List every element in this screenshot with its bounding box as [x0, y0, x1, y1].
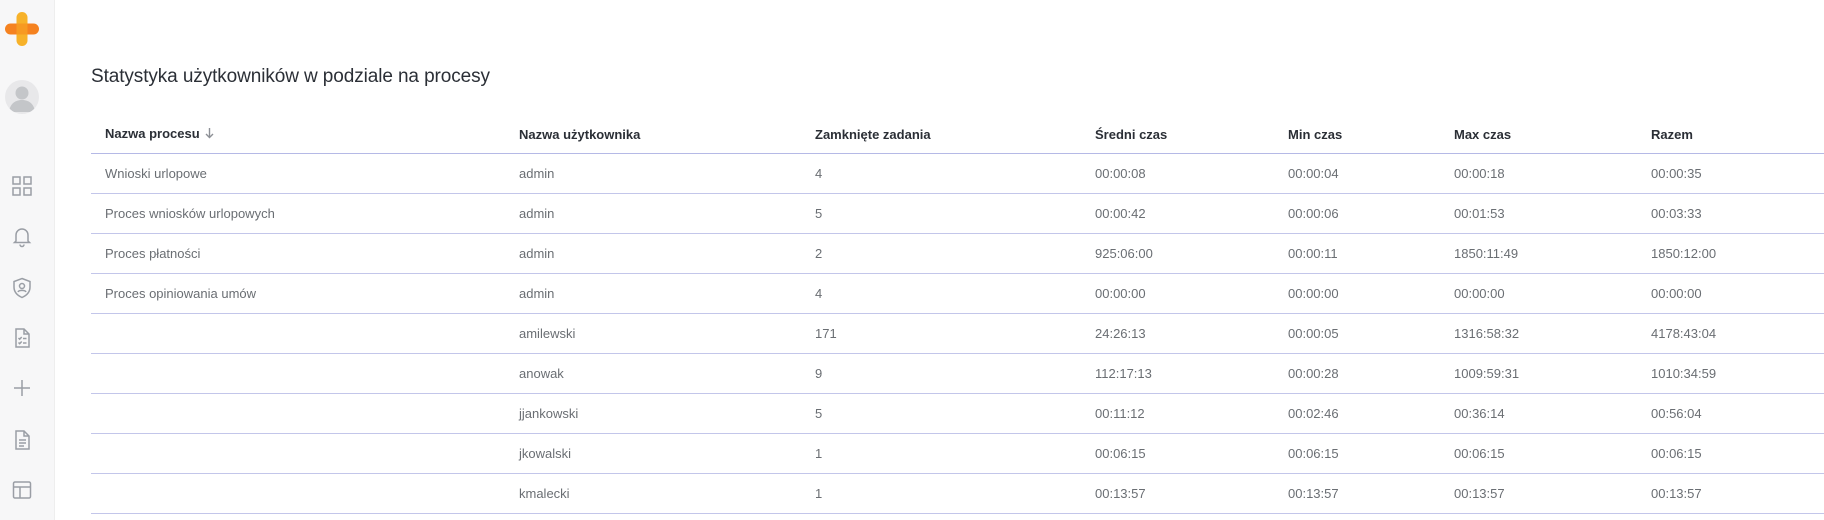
table-row: jjankowski 5 00:11:12 00:02:46 00:36:14 … [91, 393, 1824, 434]
plus-logo-icon[interactable] [4, 11, 40, 47]
table-row: Proces płatności admin 2 925:06:00 00:00… [91, 233, 1824, 274]
cell-avg-time: 00:00:00 [1081, 273, 1274, 314]
cell-user: jjankowski [505, 393, 801, 434]
table-row: Wnioski urlopowe admin 4 00:00:08 00:00:… [91, 153, 1824, 194]
plus-icon[interactable] [10, 376, 34, 400]
cell-total: 00:56:04 [1637, 393, 1824, 434]
cell-user: admin [505, 233, 801, 274]
cell-process [91, 473, 505, 514]
cell-user: anowak [505, 353, 801, 394]
table-header-row: Nazwa procesu Nazwa użytkownika Zamknięt… [91, 115, 1824, 154]
arrow-down-icon[interactable] [205, 127, 214, 142]
cell-closed-tasks: 9 [801, 353, 1081, 394]
cell-max-time: 00:13:57 [1440, 473, 1637, 514]
cell-max-time: 00:36:14 [1440, 393, 1637, 434]
cell-total: 4178:43:04 [1637, 313, 1824, 354]
column-header-user[interactable]: Nazwa użytkownika [505, 115, 801, 154]
dashboard-grid-icon[interactable] [10, 174, 34, 198]
cell-closed-tasks: 171 [801, 313, 1081, 354]
cell-closed-tasks: 5 [801, 393, 1081, 434]
table-row: amilewski 171 24:26:13 00:00:05 1316:58:… [91, 313, 1824, 354]
cell-avg-time: 00:06:15 [1081, 433, 1274, 474]
cell-max-time: 1850:11:49 [1440, 233, 1637, 274]
cell-closed-tasks: 1 [801, 473, 1081, 514]
cell-max-time: 00:06:15 [1440, 433, 1637, 474]
cell-process [91, 433, 505, 474]
column-header-total[interactable]: Razem [1637, 115, 1824, 154]
column-header-min-time[interactable]: Min czas [1274, 115, 1440, 154]
column-header-process[interactable]: Nazwa procesu [91, 115, 505, 154]
layout-icon[interactable] [10, 478, 34, 502]
cell-avg-time: 112:17:13 [1081, 353, 1274, 394]
cell-total: 1010:34:59 [1637, 353, 1824, 394]
table-row: Proces wniosków urlopowych admin 5 00:00… [91, 193, 1824, 234]
table-row: kmalecki 1 00:13:57 00:13:57 00:13:57 00… [91, 473, 1824, 514]
cell-total: 00:06:15 [1637, 433, 1824, 474]
table-row: Proces opiniowania umów admin 4 00:00:00… [91, 273, 1824, 314]
task-list-icon[interactable] [10, 326, 34, 350]
main-content: Statystyka użytkowników w podziale na pr… [91, 0, 1824, 520]
cell-total: 00:00:35 [1637, 153, 1824, 194]
cell-max-time: 00:00:00 [1440, 273, 1637, 314]
cell-process: Wnioski urlopowe [91, 153, 505, 194]
user-avatar-icon[interactable] [5, 80, 39, 114]
page-title: Statystyka użytkowników w podziale na pr… [91, 66, 490, 87]
cell-avg-time: 00:13:57 [1081, 473, 1274, 514]
cell-avg-time: 00:00:08 [1081, 153, 1274, 194]
column-header-label: Nazwa procesu [105, 126, 200, 141]
cell-min-time: 00:02:46 [1274, 393, 1440, 434]
cell-process [91, 393, 505, 434]
cell-max-time: 00:01:53 [1440, 193, 1637, 234]
column-header-max-time[interactable]: Max czas [1440, 115, 1637, 154]
user-stats-table: Nazwa procesu Nazwa użytkownika Zamknięt… [91, 115, 1824, 514]
cell-user: jkowalski [505, 433, 801, 474]
cell-process: Proces wniosków urlopowych [91, 193, 505, 234]
cell-avg-time: 00:11:12 [1081, 393, 1274, 434]
column-header-closed-tasks[interactable]: Zamknięte zadania [801, 115, 1081, 154]
cell-total: 00:03:33 [1637, 193, 1824, 234]
column-header-avg-time[interactable]: Średni czas [1081, 115, 1274, 154]
cell-closed-tasks: 1 [801, 433, 1081, 474]
cell-closed-tasks: 2 [801, 233, 1081, 274]
cell-max-time: 00:00:18 [1440, 153, 1637, 194]
cell-min-time: 00:13:57 [1274, 473, 1440, 514]
cell-min-time: 00:00:11 [1274, 233, 1440, 274]
cell-user: admin [505, 193, 801, 234]
cell-avg-time: 00:00:42 [1081, 193, 1274, 234]
cell-avg-time: 925:06:00 [1081, 233, 1274, 274]
cell-min-time: 00:00:04 [1274, 153, 1440, 194]
table-row: anowak 9 112:17:13 00:00:28 1009:59:31 1… [91, 353, 1824, 394]
table-row: jkowalski 1 00:06:15 00:06:15 00:06:15 0… [91, 433, 1824, 474]
cell-min-time: 00:00:06 [1274, 193, 1440, 234]
cell-user: admin [505, 273, 801, 314]
cell-min-time: 00:06:15 [1274, 433, 1440, 474]
cell-max-time: 1316:58:32 [1440, 313, 1637, 354]
cell-process [91, 353, 505, 394]
cell-closed-tasks: 4 [801, 153, 1081, 194]
cell-process: Proces płatności [91, 233, 505, 274]
cell-user: admin [505, 153, 801, 194]
cell-closed-tasks: 4 [801, 273, 1081, 314]
cell-total: 1850:12:00 [1637, 233, 1824, 274]
cell-min-time: 00:00:00 [1274, 273, 1440, 314]
document-icon[interactable] [10, 428, 34, 452]
cell-process [91, 313, 505, 354]
cell-total: 00:00:00 [1637, 273, 1824, 314]
cell-user: amilewski [505, 313, 801, 354]
cell-total: 00:13:57 [1637, 473, 1824, 514]
cell-closed-tasks: 5 [801, 193, 1081, 234]
cell-min-time: 00:00:28 [1274, 353, 1440, 394]
cell-min-time: 00:00:05 [1274, 313, 1440, 354]
cell-process: Proces opiniowania umów [91, 273, 505, 314]
bell-icon[interactable] [10, 224, 34, 248]
sidebar [0, 0, 54, 520]
cell-user: kmalecki [505, 473, 801, 514]
shield-user-icon[interactable] [10, 276, 34, 300]
cell-max-time: 1009:59:31 [1440, 353, 1637, 394]
cell-avg-time: 24:26:13 [1081, 313, 1274, 354]
